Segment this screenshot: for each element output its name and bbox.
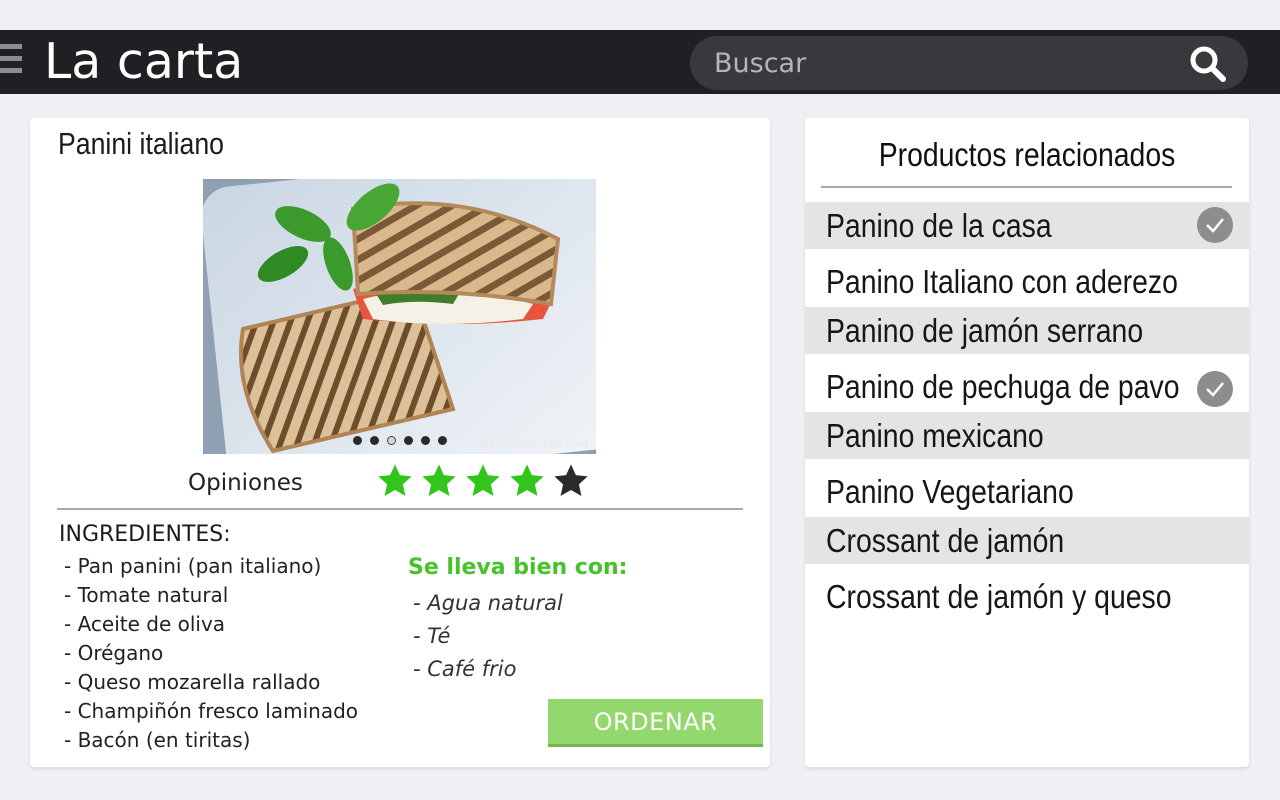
image-watermark: © Life Tastes Like Food	[479, 440, 588, 450]
related-item-crossant-de-jamon-y-queso[interactable]: Crossant de jamón y queso	[805, 564, 1249, 622]
carousel-dot[interactable]	[353, 436, 362, 445]
search-icon[interactable]	[1188, 44, 1228, 84]
related-item-panino-de-la-casa[interactable]: Panino de la casa	[805, 202, 1249, 249]
carousel-dot-active[interactable]	[387, 436, 396, 445]
carousel-dot[interactable]	[404, 436, 413, 445]
star-filled-icon[interactable]	[464, 462, 502, 500]
check-icon	[1197, 371, 1233, 407]
ingredients-title: INGREDIENTES:	[59, 522, 231, 547]
carousel-dot[interactable]	[421, 436, 430, 445]
product-card: Panini italiano © Life Tastes Like Food …	[30, 118, 770, 767]
product-title: Panini italiano	[58, 126, 225, 161]
carousel-dot[interactable]	[438, 436, 447, 445]
related-item-panino-de-jamon-serrano[interactable]: Panino de jamón serrano	[805, 307, 1249, 354]
divider	[57, 508, 743, 510]
carousel-dots	[353, 436, 447, 445]
star-empty-icon[interactable]	[552, 462, 590, 500]
opinions-label: Opiniones	[188, 470, 303, 496]
related-item-label: Panino de jamón serrano	[826, 312, 1144, 349]
ingredient-item: - Aceite de oliva	[64, 612, 226, 636]
star-filled-icon[interactable]	[420, 462, 458, 500]
related-item-panino-vegetariano[interactable]: Panino Vegetariano	[805, 459, 1249, 517]
related-item-label: Crossant de jamón	[826, 522, 1065, 559]
ingredient-item: - Champiñón fresco laminado	[64, 699, 359, 723]
hamburger-menu-icon[interactable]	[0, 44, 22, 80]
ingredient-item: - Tomate natural	[64, 583, 229, 607]
related-item-crossant-de-jamon[interactable]: Crossant de jamón	[805, 517, 1249, 564]
pairs-with-list: - Agua natural - Té - Café frio	[413, 587, 563, 686]
ingredient-item: - Bacón (en tiritas)	[64, 728, 251, 752]
star-filled-icon[interactable]	[508, 462, 546, 500]
related-products-panel: Productos relacionados Panino de la casa…	[805, 118, 1249, 767]
star-filled-icon[interactable]	[376, 462, 414, 500]
pairs-with-title: Se lleva bien con:	[408, 555, 628, 580]
related-item-panino-italiano-con-aderezo[interactable]: Panino Italiano con aderezo	[805, 249, 1249, 307]
pairs-with-item: - Té	[413, 624, 451, 648]
check-icon	[1197, 207, 1233, 243]
panini-image	[203, 179, 596, 454]
divider	[821, 186, 1232, 188]
product-photo[interactable]: © Life Tastes Like Food	[203, 179, 596, 454]
related-item-label: Panino de pechuga de pavo	[826, 368, 1180, 405]
pairs-with-item: - Café frio	[413, 657, 517, 681]
carousel-dot[interactable]	[370, 436, 379, 445]
app-header: La carta	[0, 30, 1280, 94]
related-item-panino-mexicano[interactable]: Panino mexicano	[805, 412, 1249, 459]
search-input[interactable]	[714, 46, 1154, 80]
related-products-list: Panino de la casa Panino Italiano con ad…	[805, 202, 1249, 622]
related-products-title: Productos relacionados	[878, 136, 1176, 173]
related-item-label: Panino mexicano	[826, 417, 1044, 454]
ingredient-item: - Orégano	[64, 641, 164, 665]
app-title: La carta	[44, 33, 244, 90]
ingredients-list: - Pan panini (pan italiano) - Tomate nat…	[64, 552, 358, 755]
pairs-with-item: - Agua natural	[413, 591, 563, 615]
related-item-label: Panino Italiano con aderezo	[826, 263, 1178, 300]
related-item-label: Panino de la casa	[826, 207, 1052, 244]
related-item-label: Crossant de jamón y queso	[826, 578, 1172, 615]
ingredient-item: - Pan panini (pan italiano)	[64, 554, 322, 578]
search-bar	[690, 36, 1248, 90]
related-item-panino-de-pechuga-de-pavo[interactable]: Panino de pechuga de pavo	[805, 354, 1249, 412]
order-button[interactable]: ORDENAR	[548, 699, 763, 747]
ingredient-item: - Queso mozarella rallado	[64, 670, 321, 694]
related-item-label: Panino Vegetariano	[826, 473, 1074, 510]
rating-stars[interactable]	[376, 462, 590, 500]
